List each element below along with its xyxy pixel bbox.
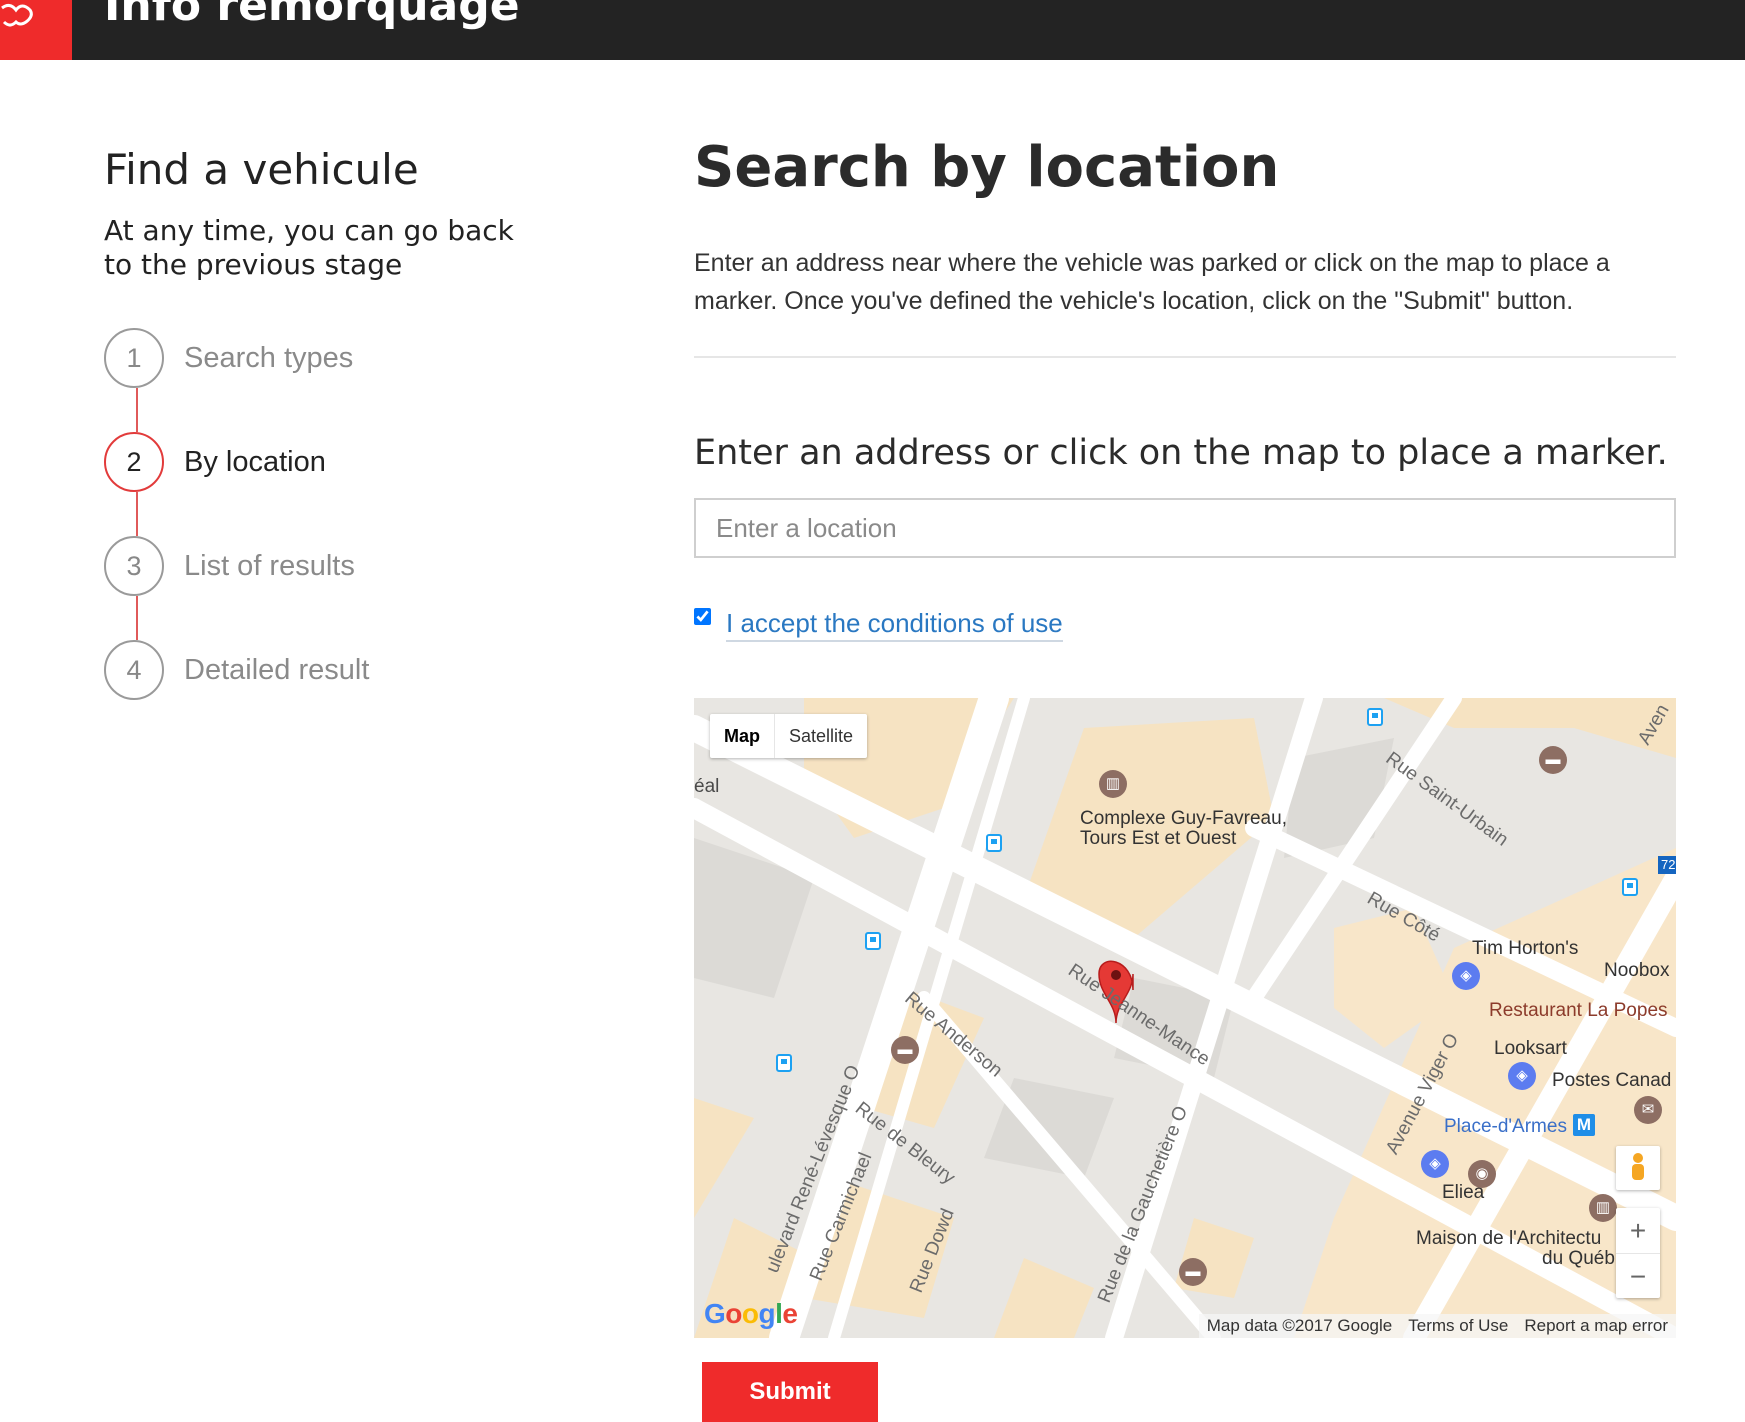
- map-label-postes: Postes Canad: [1552, 1070, 1672, 1091]
- submit-button[interactable]: Submit: [702, 1362, 878, 1422]
- museum-icon[interactable]: ▥: [1099, 770, 1127, 798]
- step-number: 1: [104, 328, 164, 388]
- map-label-restaurant: Restaurant La Popes: [1489, 1000, 1668, 1021]
- step-connector: [136, 596, 138, 640]
- report-map-error-link[interactable]: Report a map error: [1516, 1314, 1676, 1338]
- sidebar-title: Find a vehicule: [104, 145, 419, 194]
- bus-stop-icon[interactable]: [1622, 878, 1638, 896]
- hotel-icon[interactable]: ▬: [1539, 746, 1567, 774]
- accept-checkbox[interactable]: [694, 608, 711, 625]
- bus-stop-icon[interactable]: [776, 1054, 792, 1072]
- map-label-maison-2: du Québ: [1542, 1248, 1615, 1269]
- step-search-types[interactable]: 1 Search types: [104, 328, 524, 392]
- intro-text: Enter an address near where the vehicle …: [694, 249, 1610, 315]
- map-label-looksart: Looksart: [1494, 1038, 1567, 1059]
- map-label-complexe: Complexe Guy-Favreau,: [1080, 808, 1287, 829]
- step-by-location[interactable]: 2 By location: [104, 432, 524, 496]
- step-label: Search types: [184, 342, 354, 374]
- step-number: 2: [104, 432, 164, 492]
- step-label: By location: [184, 446, 326, 478]
- museum-icon[interactable]: ▥: [1589, 1194, 1617, 1222]
- map-type-map[interactable]: Map: [710, 714, 774, 758]
- step-label: List of results: [184, 550, 355, 582]
- terms-of-use-link[interactable]: Terms of Use: [1400, 1314, 1516, 1338]
- map-type-satellite[interactable]: Satellite: [774, 714, 867, 758]
- shopping-icon[interactable]: ◈: [1508, 1062, 1536, 1090]
- zoom-in-button[interactable]: +: [1616, 1208, 1660, 1253]
- step-number: 3: [104, 536, 164, 596]
- map-label-tim-hortons: Tim Horton's: [1472, 938, 1579, 959]
- page-title: Search by location: [694, 135, 1280, 200]
- map-label-place-darmes: Place-d'Armes: [1444, 1116, 1567, 1137]
- pegman-icon[interactable]: [1616, 1146, 1660, 1190]
- shopping-icon[interactable]: ◈: [1452, 962, 1480, 990]
- step-connector: [136, 492, 138, 536]
- shopping-icon[interactable]: ◈: [1421, 1150, 1449, 1178]
- map-type-control: Map Satellite: [710, 714, 868, 758]
- sidebar-subtitle: At any time, you can go back to the prev…: [104, 214, 514, 281]
- map[interactable]: Map Satellite éal Complexe Guy-Favreau, …: [694, 698, 1676, 1338]
- bus-stop-icon[interactable]: [1367, 708, 1383, 726]
- car-icon[interactable]: ◉: [1468, 1160, 1496, 1188]
- location-input[interactable]: [694, 498, 1676, 558]
- step-number: 4: [104, 640, 164, 700]
- step-label: Detailed result: [184, 654, 370, 686]
- map-footer: Map data ©2017 Google Terms of Use Repor…: [1198, 1314, 1676, 1338]
- google-logo: Google: [704, 1298, 798, 1329]
- zoom-out-button[interactable]: −: [1616, 1253, 1660, 1299]
- post-office-icon[interactable]: ✉: [1634, 1096, 1662, 1124]
- step-list-of-results[interactable]: 3 List of results: [104, 536, 524, 600]
- top-bar: Info remorquage: [0, 0, 1745, 60]
- zoom-control: + −: [1616, 1208, 1660, 1298]
- step-detailed-result[interactable]: 4 Detailed result: [104, 640, 524, 704]
- route-badge: 72: [1658, 856, 1676, 874]
- metro-icon[interactable]: M: [1573, 1114, 1595, 1136]
- map-label-complexe-2: Tours Est et Ouest: [1080, 828, 1237, 849]
- step-connector: [136, 388, 138, 432]
- bus-stop-icon[interactable]: [986, 834, 1002, 852]
- map-label-noobox: Noobox: [1604, 960, 1670, 981]
- bus-stop-icon[interactable]: [865, 932, 881, 950]
- app-title: Info remorquage: [104, 0, 520, 31]
- logo-icon: [1, 3, 33, 27]
- map-label: éal: [694, 776, 720, 797]
- logo[interactable]: [0, 0, 72, 60]
- hotel-icon[interactable]: ▬: [891, 1036, 919, 1064]
- map-label-maison: Maison de l'Architectu: [1416, 1228, 1602, 1249]
- divider: [694, 356, 1676, 358]
- map-data-credit: Map data ©2017 Google: [1206, 1316, 1393, 1335]
- conditions-link[interactable]: I accept the conditions of use: [726, 606, 1063, 642]
- hotel-icon[interactable]: ▬: [1179, 1258, 1207, 1286]
- section-title: Enter an address or click on the map to …: [694, 433, 1668, 473]
